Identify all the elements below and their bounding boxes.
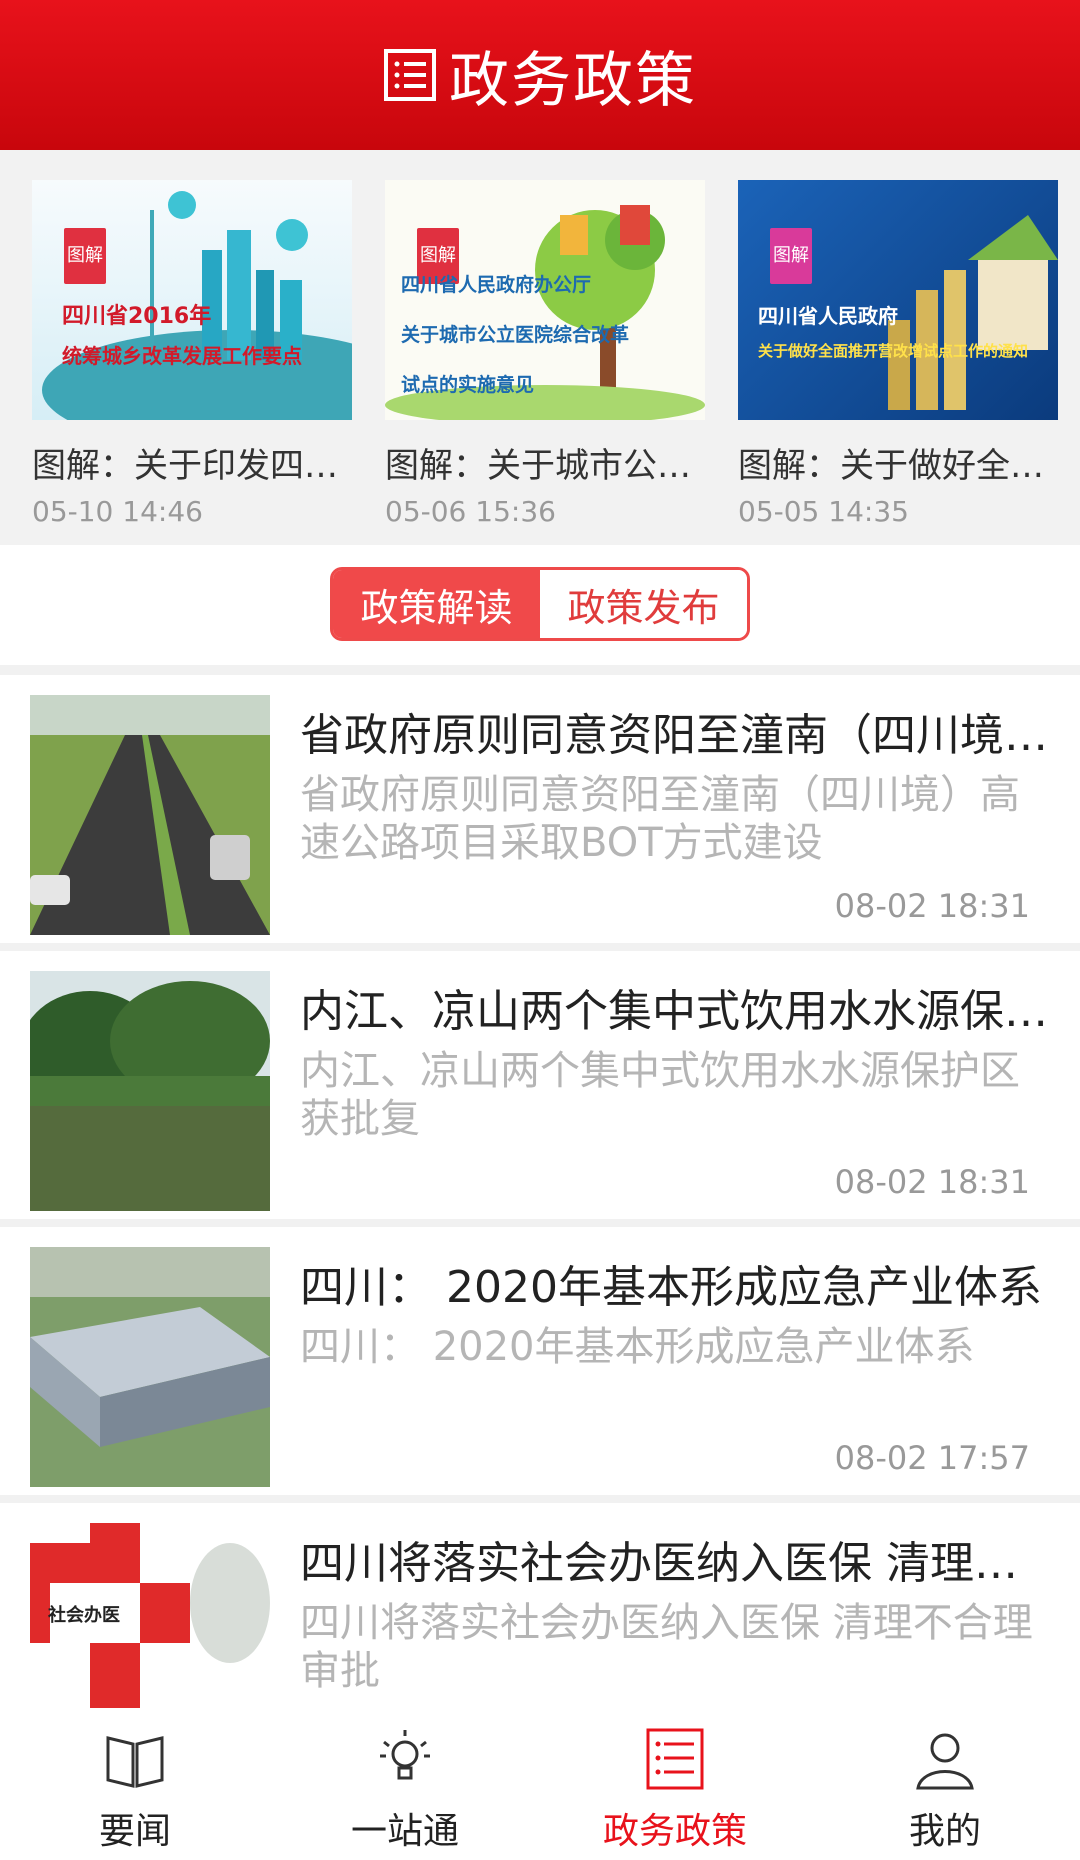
article-summary: 四川将落实社会办医纳入医保 清理不合理审批	[300, 1600, 1033, 1694]
featured-item[interactable]: 图解 四川省人民政府办公厅 关于城市公立医院综合改革 试点的实施意见 图解：关于…	[385, 150, 705, 545]
factory-image	[30, 1247, 270, 1487]
tab-policy-interpretation[interactable]: 政策解读	[333, 570, 540, 638]
nav-label: 政务政策	[602, 1811, 747, 1852]
book-icon	[106, 1736, 164, 1788]
list-icon	[646, 1728, 704, 1790]
featured-thumbnail[interactable]: 图解 四川省人民政府办公厅 关于城市公立医院综合改革 试点的实施意见	[385, 180, 705, 420]
list-item[interactable]: 四川： 2020年基本形成应急产业体系 四川： 2020年基本形成应急产业体系 …	[0, 1227, 1080, 1495]
featured-thumbnail[interactable]: 图解 四川省人民政府 关于做好全面推开营改增试点工作的通知	[738, 180, 1058, 420]
featured-time: 05-10 14:46	[32, 495, 203, 528]
featured-item[interactable]: 图解 四川省人民政府 关于做好全面推开营改增试点工作的通知 图解：关于做好全… …	[738, 150, 1058, 545]
article-thumbnail[interactable]	[30, 695, 270, 935]
nav-item-policy[interactable]: 政务政策	[540, 1708, 810, 1860]
featured-time: 05-05 14:35	[738, 495, 909, 528]
article-title[interactable]: 四川将落实社会办医纳入医保 清理…	[300, 1527, 1050, 1591]
article-summary: 四川： 2020年基本形成应急产业体系	[300, 1324, 975, 1370]
thumb-caption: 统筹城乡改革发展工作要点	[62, 344, 302, 368]
policy-tabs-area: 政策解读 政策发布	[0, 545, 1080, 665]
list-item[interactable]: 内江、凉山两个集中式饮用水水源保… 内江、凉山两个集中式饮用水水源保护区获批复 …	[0, 951, 1080, 1219]
thumb-caption: 关于做好全面推开营改增试点工作的通知	[758, 342, 1029, 360]
highway-image	[30, 695, 270, 935]
article-thumbnail[interactable]	[30, 971, 270, 1211]
thumb-caption: 社会办医	[48, 1605, 120, 1626]
list-item[interactable]: 省政府原则同意资阳至潼南（四川境… 省政府原则同意资阳至潼南（四川境）高速公路项…	[0, 675, 1080, 943]
nav-item-mine[interactable]: 我的	[810, 1708, 1080, 1860]
thumb-caption: 四川省人民政府办公厅	[401, 274, 592, 296]
nav-label: 要闻	[98, 1811, 171, 1852]
article-time: 08-02 18:31	[834, 1163, 1030, 1201]
page-title: 政务政策	[449, 45, 697, 116]
featured-carousel[interactable]: 图解 四川省2016年 统筹城乡改革发展工作要点 图解：关于印发四… 05-10…	[0, 150, 1080, 545]
featured-thumbnail[interactable]: 图解 四川省2016年 统筹城乡改革发展工作要点	[32, 180, 352, 420]
thumb-caption: 关于城市公立医院综合改革	[401, 324, 630, 346]
article-time: 08-02 17:57	[834, 1439, 1030, 1477]
article-thumbnail[interactable]	[30, 1247, 270, 1487]
thumb-caption: 四川省人民政府	[758, 304, 898, 328]
infographic-badge: 图解	[770, 228, 812, 284]
user-icon	[916, 1733, 974, 1790]
article-title[interactable]: 四川： 2020年基本形成应急产业体系	[300, 1251, 1050, 1315]
article-title[interactable]: 省政府原则同意资阳至潼南（四川境…	[300, 699, 1050, 763]
header-title-group: 政务政策	[383, 32, 697, 119]
policy-segmented-control: 政策解读 政策发布	[330, 567, 750, 641]
nav-item-one-stop[interactable]: 一站通	[270, 1708, 540, 1860]
thumb-caption: 试点的实施意见	[401, 374, 535, 396]
featured-item[interactable]: 图解 四川省2016年 统筹城乡改革发展工作要点 图解：关于印发四… 05-10…	[32, 150, 352, 545]
article-title[interactable]: 内江、凉山两个集中式饮用水水源保…	[300, 975, 1050, 1039]
bottom-nav: 要闻 一站通 政务政策 我的	[0, 1708, 1080, 1860]
featured-title[interactable]: 图解：关于印发四…	[32, 438, 352, 487]
infographic-badge: 图解	[64, 228, 106, 284]
nav-item-news[interactable]: 要闻	[0, 1708, 270, 1860]
thumb-caption: 四川省2016年	[62, 304, 212, 329]
article-summary: 内江、凉山两个集中式饮用水水源保护区获批复	[300, 1048, 1020, 1142]
featured-title[interactable]: 图解：关于城市公…	[385, 438, 705, 487]
nav-label: 我的	[908, 1811, 981, 1852]
article-time: 08-02 18:31	[834, 887, 1030, 925]
article-summary: 省政府原则同意资阳至潼南（四川境）高速公路项目采取BOT方式建设	[300, 772, 1020, 866]
lightbulb-icon	[380, 1730, 430, 1780]
nav-label: 一站通	[350, 1811, 459, 1852]
featured-title[interactable]: 图解：关于做好全…	[738, 438, 1058, 487]
app-header: 政务政策	[0, 0, 1080, 150]
featured-time: 05-06 15:36	[385, 495, 556, 528]
river-image	[30, 971, 270, 1211]
list-icon	[384, 49, 436, 101]
tab-policy-release[interactable]: 政策发布	[540, 570, 747, 638]
